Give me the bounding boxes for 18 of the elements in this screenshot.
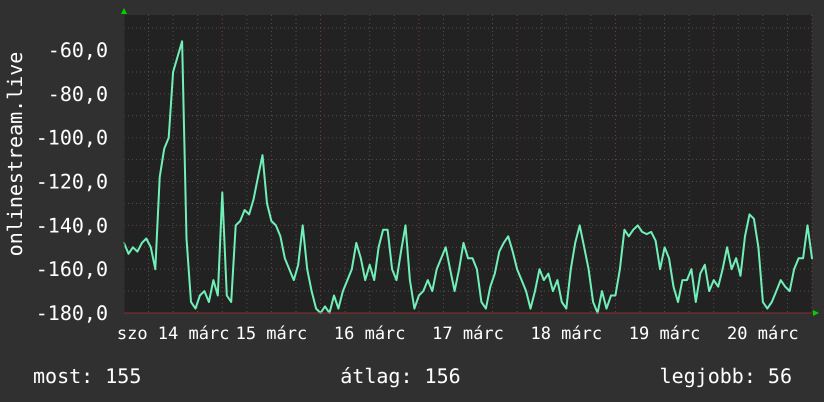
x-tick-label: 18 márc (530, 324, 602, 344)
legend-value: most: 155 (33, 364, 142, 388)
x-tick-label: 16 márc (334, 324, 406, 344)
y-tick-label: -160,0 (36, 257, 108, 282)
y-tick-label: -100,0 (36, 126, 108, 150)
legend-value: átlag: 156 (340, 364, 461, 388)
x-tick-label: szo 14 márc (116, 324, 230, 344)
y-tick-label: -180,0 (36, 301, 108, 325)
x-tick-label: 17 márc (432, 324, 504, 344)
x-tick-label: 20 márc (727, 324, 799, 344)
y-tick-label: -60,0 (48, 38, 108, 62)
y-tick-label: -140,0 (36, 213, 108, 238)
x-tick-label: 19 márc (628, 324, 700, 344)
y-tick-label: -80,0 (48, 82, 108, 106)
y-tick-label: -120,0 (36, 170, 108, 194)
x-tick-label: 15 márc (236, 324, 308, 344)
legend-value: legjobb: 56 (660, 364, 792, 388)
y-axis-title: onlinestream.live (3, 52, 27, 256)
